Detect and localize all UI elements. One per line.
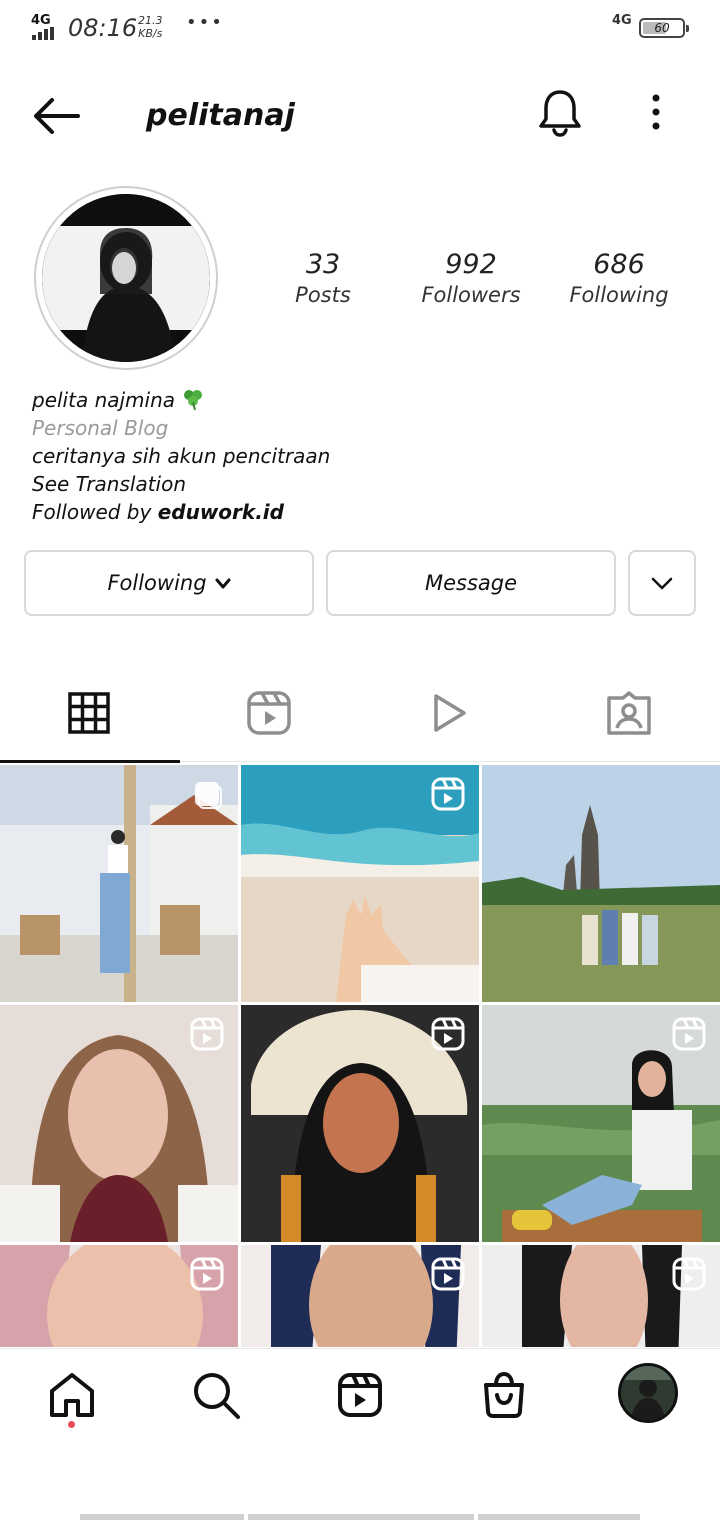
clock-time: 08:16 <box>68 14 138 42</box>
post-thumbnail <box>482 765 720 1002</box>
bottom-navigation <box>0 1348 720 1438</box>
profile-photo <box>42 194 210 362</box>
followed-by-prefix: Followed by <box>32 500 158 524</box>
chevron-down-icon <box>215 578 231 589</box>
reels-icon <box>672 1017 706 1051</box>
stat-label: Followers <box>421 283 521 307</box>
grid-post[interactable] <box>0 1245 238 1347</box>
play-icon <box>434 694 466 732</box>
profile-name-line: pelita najmina <box>32 386 692 414</box>
stat-followers[interactable]: 992 Followers <box>396 248 546 308</box>
home-icon <box>50 1373 94 1417</box>
tab-tagged[interactable] <box>540 668 720 762</box>
reels-icon <box>247 691 291 735</box>
profile-photo-image <box>42 194 210 362</box>
signal-icon <box>32 27 60 40</box>
shop-icon <box>484 1371 524 1418</box>
posts-grid <box>0 765 720 1347</box>
grid-post[interactable] <box>241 1005 479 1242</box>
gesture-bar <box>248 1514 474 1520</box>
following-button[interactable]: Following <box>24 550 314 616</box>
stat-label: Posts <box>295 283 351 307</box>
grid-post[interactable] <box>241 765 479 1002</box>
tab-reels[interactable] <box>180 668 360 762</box>
stat-following[interactable]: 686 Following <box>544 248 694 308</box>
profile-category: Personal Blog <box>32 416 169 440</box>
followed-by-user: eduwork.id <box>157 500 284 524</box>
search-icon <box>194 1373 240 1419</box>
chevron-down-icon <box>651 577 673 590</box>
network-type-left: 4G <box>31 13 51 28</box>
battery-icon: 60 <box>639 18 689 38</box>
profile-header: pelitanaj <box>0 72 720 162</box>
nav-reels[interactable] <box>332 1367 388 1423</box>
active-tab-indicator <box>0 760 180 763</box>
grid-post[interactable] <box>482 1245 720 1347</box>
network-speed-unit: KB/s <box>138 27 163 40</box>
grid-post[interactable] <box>0 765 238 1002</box>
carousel-icon <box>195 782 222 809</box>
bell-icon <box>539 90 581 137</box>
vertical-dots-icon <box>652 94 660 130</box>
arrow-left-icon <box>34 98 80 134</box>
back-button[interactable] <box>28 92 84 140</box>
more-options-button[interactable] <box>640 92 672 132</box>
tagged-icon <box>607 691 651 735</box>
message-button-label: Message <box>424 571 518 595</box>
reels-icon <box>431 1257 465 1291</box>
profile-avatar[interactable] <box>34 186 218 370</box>
notifications-button[interactable] <box>536 88 584 138</box>
see-translation-link[interactable]: See Translation <box>32 470 692 498</box>
tab-posts[interactable] <box>0 668 180 763</box>
tab-videos[interactable] <box>360 668 540 762</box>
stat-posts[interactable]: 33 Posts <box>248 248 398 308</box>
nav-profile-avatar[interactable] <box>618 1363 678 1423</box>
grid-post[interactable] <box>482 765 720 1002</box>
network-speed-value: 21.3 <box>138 14 163 27</box>
profile-name: pelita najmina <box>32 388 176 412</box>
gesture-bar <box>478 1514 640 1520</box>
reels-icon <box>431 777 465 811</box>
profile-bio: pelita najmina Personal Blog ceritanya s… <box>32 386 692 526</box>
stat-value: 686 <box>593 249 645 280</box>
nav-home[interactable] <box>44 1367 100 1423</box>
reels-icon <box>338 1373 382 1417</box>
gesture-bar <box>80 1514 244 1520</box>
notification-dot <box>68 1421 75 1428</box>
reels-icon <box>672 1257 706 1291</box>
followed-by[interactable]: Followed by eduwork.id <box>32 498 692 526</box>
suggested-accounts-button[interactable] <box>628 550 696 616</box>
status-more-icon: ••• <box>186 12 224 33</box>
nav-shop[interactable] <box>476 1367 532 1423</box>
profile-stats: 33 Posts 992 Followers 686 Following <box>248 248 708 318</box>
reels-icon <box>190 1257 224 1291</box>
nav-search[interactable] <box>188 1367 244 1423</box>
shamrock-icon <box>184 390 203 411</box>
grid-post[interactable] <box>241 1245 479 1347</box>
status-bar: 4G 08:16 21.3 KB/s ••• 4G 60 <box>0 0 720 56</box>
stat-value: 33 <box>305 249 341 280</box>
stat-label: Following <box>569 283 669 307</box>
following-button-label: Following <box>107 571 207 595</box>
profile-tabs <box>0 668 720 763</box>
message-button[interactable]: Message <box>326 550 616 616</box>
profile-avatar-image <box>621 1366 675 1420</box>
network-speed: 21.3 KB/s <box>138 14 163 40</box>
stat-value: 992 <box>445 249 497 280</box>
profile-bio-text: ceritanya sih akun pencitraan <box>32 444 331 468</box>
grid-post[interactable] <box>482 1005 720 1242</box>
network-type-right: 4G <box>612 13 632 28</box>
reels-icon <box>190 1017 224 1051</box>
battery-level: 60 <box>654 21 670 35</box>
grid-post[interactable] <box>0 1005 238 1242</box>
reels-icon <box>431 1017 465 1051</box>
page-title: pelitanaj <box>146 98 295 133</box>
grid-icon <box>68 692 110 734</box>
